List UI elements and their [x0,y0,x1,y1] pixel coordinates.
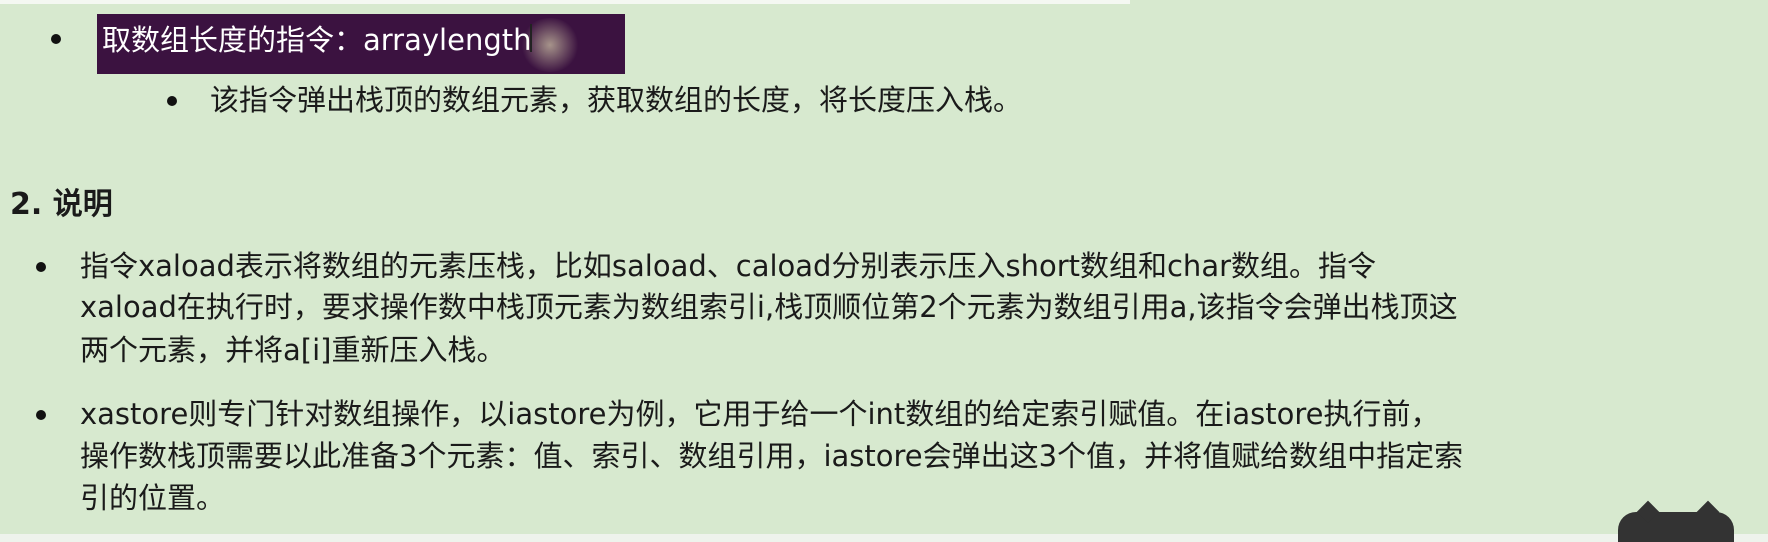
bullet [36,410,46,420]
paragraph-1-line-3: 两个元素，并将a[i]重新压入栈。 [80,333,506,367]
paragraph-2-line-3: 引的位置。 [80,481,226,515]
paragraph-1-line-1: 指令xaload表示将数组的元素压栈，比如saload、caload分别表示压入… [80,249,1377,283]
paragraph-2-line-1: xastore则专门针对数组操作，以iastore为例，它用于给一个int数组的… [80,397,1440,431]
watermark-logo-icon [1618,512,1734,542]
bullet [167,96,177,106]
list-item-arraylength[interactable]: 取数组长度的指令：arraylength [102,26,531,55]
bullet [36,262,46,272]
bullet [51,34,61,44]
top-divider [0,0,1130,4]
sub-list-item: 该指令弹出栈顶的数组元素，获取数组的长度，将长度压入栈。 [210,83,1023,117]
mouse-cursor-icon [520,18,580,72]
paragraph-1-line-2: xaload在执行时，要求操作数中栈顶元素为数组索引i,栈顶顺位第2个元素为数组… [80,290,1458,324]
paragraph-2-line-2: 操作数栈顶需要以此准备3个元素：值、索引、数组引用，iastore会弹出这3个值… [80,439,1464,473]
text-cursor-icon [530,24,532,52]
section-heading: 2. 说明 [10,187,113,222]
bottom-bar [0,534,1768,542]
